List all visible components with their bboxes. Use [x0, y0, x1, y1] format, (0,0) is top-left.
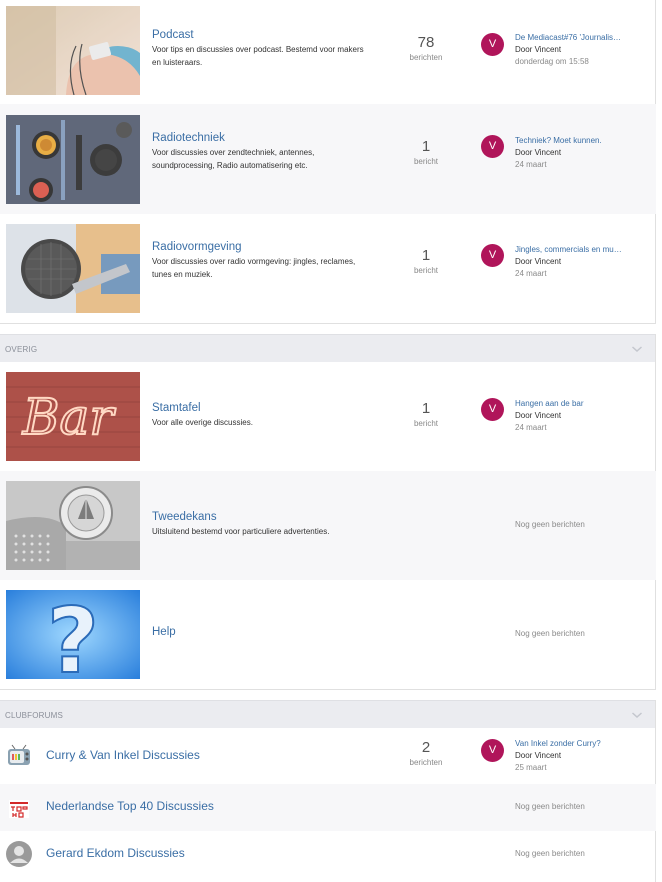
forum-description: Voor discussies over zendtechniek, anten…	[152, 148, 315, 170]
message-count-label: bericht	[413, 266, 438, 275]
no-posts-label: Nog geen berichten	[515, 849, 585, 858]
no-posts-label: Nog geen berichten	[515, 629, 585, 638]
last-post-date: 24 maart	[515, 269, 547, 278]
last-post-title[interactable]: Techniek? Moet kunnen.	[515, 136, 635, 145]
last-post-date: 24 maart	[515, 423, 547, 432]
message-count: 2	[421, 739, 431, 756]
forum-row-tweedekans[interactable]: Tweedekans Uitsluitend bestemd voor part…	[0, 471, 656, 580]
forum-section-radio: Podcast Voor tips en discussies over pod…	[0, 0, 656, 324]
forum-row-stamtafel[interactable]: Bar Stamtafel Voor alle overige discussi…	[0, 362, 656, 471]
last-post-date: 25 maart	[515, 763, 547, 772]
message-count-label: bericht	[413, 419, 438, 428]
last-post-title[interactable]: Van Inkel zonder Curry?	[515, 739, 635, 748]
forum-description: Voor alle overige discussies.	[152, 418, 253, 427]
avatar[interactable]: V	[481, 244, 504, 267]
club-title[interactable]: Curry & Van Inkel Discussies	[46, 748, 200, 762]
section-header[interactable]: OVERIG	[0, 334, 655, 362]
section-title: CLUBFORUMS	[5, 711, 64, 720]
club-row-top40[interactable]: Nederlandse Top 40 Discussies Nog geen b…	[0, 784, 656, 831]
message-count-label: berichten	[409, 53, 443, 62]
last-post-author[interactable]: Door Vincent	[515, 257, 561, 266]
last-post-title[interactable]: De Mediacast#76 'Journalis…	[515, 33, 635, 42]
forum-section-clubforums: CLUBFORUMS Curry & Van Inkel Discussies …	[0, 700, 656, 882]
help-thumbnail[interactable]: ?	[6, 590, 140, 679]
avatar[interactable]: V	[481, 135, 504, 158]
section-header[interactable]: CLUBFORUMS	[0, 700, 655, 728]
forum-section-overig: OVERIG Bar Stamtafel Voor alle overige d…	[0, 334, 656, 690]
club-row-gerard-ekdom[interactable]: Gerard Ekdom Discussies Nog geen bericht…	[0, 831, 656, 882]
forum-title[interactable]: Radiotechniek	[152, 132, 225, 144]
forum-row-radiotechniek[interactable]: Radiotechniek Voor discussies over zendt…	[0, 104, 656, 214]
forum-description: Uitsluitend bestemd voor particuliere ad…	[152, 527, 330, 536]
message-count: 1	[421, 247, 431, 264]
chevron-down-icon[interactable]	[631, 709, 643, 721]
user-silhouette-icon[interactable]	[6, 841, 32, 867]
club-title[interactable]: Nederlandse Top 40 Discussies	[46, 799, 214, 813]
last-post-author[interactable]: Door Vincent	[515, 148, 561, 157]
club-title[interactable]: Gerard Ekdom Discussies	[46, 846, 185, 860]
forum-row-radiovormgeving[interactable]: Radiovormgeving Voor discussies over rad…	[0, 214, 656, 324]
forum-title[interactable]: Stamtafel	[152, 402, 201, 414]
avatar[interactable]: V	[481, 739, 504, 762]
chevron-down-icon[interactable]	[631, 343, 643, 355]
radiovormgeving-thumbnail[interactable]	[6, 224, 140, 313]
forum-row-podcast[interactable]: Podcast Voor tips en discussies over pod…	[0, 0, 656, 104]
last-post-date: 24 maart	[515, 160, 547, 169]
message-count-label: bericht	[413, 157, 438, 166]
forum-title[interactable]: Help	[152, 626, 176, 638]
last-post-author[interactable]: Door Vincent	[515, 45, 561, 54]
forum-title[interactable]: Radiovormgeving	[152, 241, 242, 253]
no-posts-label: Nog geen berichten	[515, 802, 585, 811]
bar-neon-text: Bar	[22, 388, 117, 446]
last-post-author[interactable]: Door Vincent	[515, 411, 561, 420]
top40-logo-icon[interactable]	[6, 796, 32, 822]
forum-title[interactable]: Podcast	[152, 29, 194, 41]
stamtafel-thumbnail[interactable]: Bar	[6, 372, 140, 461]
forum-description: Voor tips en discussies over podcast. Be…	[152, 45, 364, 67]
forum-description: Voor discussies over radio vormgeving: j…	[152, 257, 356, 279]
radiotechniek-thumbnail[interactable]	[6, 115, 140, 204]
message-count-label: berichten	[409, 758, 443, 767]
question-mark-icon: ?	[47, 590, 99, 679]
last-post-title[interactable]: Hangen aan de bar	[515, 399, 635, 408]
tweedekans-thumbnail[interactable]	[6, 481, 140, 570]
message-count: 1	[421, 138, 431, 155]
last-post-date: donderdag om 15:58	[515, 57, 589, 66]
section-title: OVERIG	[5, 345, 38, 354]
message-count: 1	[421, 400, 431, 417]
last-post-author[interactable]: Door Vincent	[515, 751, 561, 760]
message-count: 78	[417, 34, 435, 51]
forum-title[interactable]: Tweedekans	[152, 511, 217, 523]
forum-row-help[interactable]: ? Help Nog geen berichten	[0, 580, 656, 690]
last-post-title[interactable]: Jingles, commercials en mu…	[515, 245, 635, 254]
podcast-thumbnail[interactable]	[6, 6, 140, 95]
avatar[interactable]: V	[481, 33, 504, 56]
tv-icon[interactable]	[6, 743, 32, 769]
club-row-curry-van-inkel[interactable]: Curry & Van Inkel Discussies 2 berichten…	[0, 728, 656, 784]
avatar[interactable]: V	[481, 398, 504, 421]
no-posts-label: Nog geen berichten	[515, 520, 585, 529]
